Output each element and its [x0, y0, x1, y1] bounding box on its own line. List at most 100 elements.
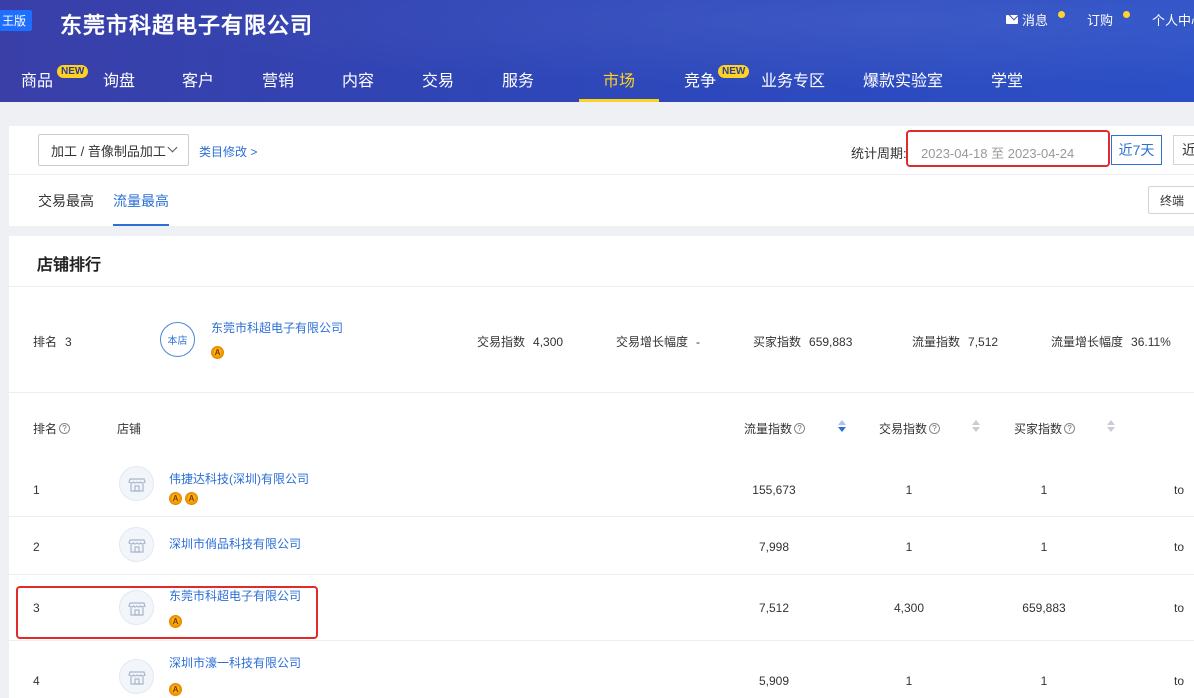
nav-item-trade[interactable]: 交易	[419, 56, 457, 102]
metric-value: 4,300	[533, 335, 564, 349]
shop-link[interactable]: 深圳市濠一科技有限公司	[169, 654, 301, 671]
category-select[interactable]: 加工 / 音像制品加工	[38, 134, 189, 166]
nav-item-academy[interactable]: 学堂	[957, 56, 1057, 102]
nav-item-content[interactable]: 内容	[297, 56, 419, 102]
messages-label: 消息	[1021, 13, 1048, 28]
summary-buyer-index: 买家指数 659,883	[753, 333, 852, 350]
sort-icon[interactable]	[838, 420, 846, 434]
row-rank: 2	[33, 540, 40, 554]
period-label: 统计周期:	[851, 146, 907, 161]
nav-item-marketing[interactable]: 营销	[259, 56, 297, 102]
row-action[interactable]: to	[1174, 674, 1184, 688]
nav-label: 竞争	[684, 73, 717, 90]
nav-label: 商品	[21, 73, 54, 90]
metric-label: 买家指数	[753, 335, 802, 349]
row-traffic: 5,909	[758, 674, 790, 688]
table-row[interactable]: 1 伟捷达科技(深圳)有限公司 AA 155,673 1 1 to	[9, 463, 1194, 517]
sort-icon[interactable]	[972, 420, 980, 434]
metric-label: 交易增长幅度	[616, 335, 689, 349]
shop-icon	[119, 466, 154, 501]
nav-label: 营销	[261, 73, 294, 90]
col-label: 店铺	[117, 422, 142, 436]
row-traffic: 155,673	[752, 483, 796, 497]
shop-link[interactable]: 伟捷达科技(深圳)有限公司	[169, 470, 309, 487]
help-icon[interactable]: ?	[1064, 423, 1076, 434]
col-label: 排名	[33, 422, 58, 436]
table-row[interactable]: 4 深圳市濠一科技有限公司 A 5,909 1 1 to	[9, 641, 1194, 698]
mail-icon	[1005, 15, 1018, 24]
tab-top-trade[interactable]: 交易最高	[38, 191, 94, 211]
new-badge: NEW	[57, 65, 89, 78]
section-title: 店铺排行	[37, 257, 102, 274]
filter-panel: 加工 / 音像制品加工 类目修改 > 统计周期: 2023-04-18 至 20…	[9, 126, 1194, 226]
sort-icon[interactable]	[1107, 420, 1115, 434]
row-action[interactable]: to	[1174, 483, 1184, 497]
medal-icon: A	[185, 492, 198, 505]
row-action[interactable]: to	[1174, 540, 1184, 554]
medal-icon: A	[169, 492, 182, 505]
device-select[interactable]: 终端	[1148, 186, 1194, 214]
row-trade: 1	[905, 674, 913, 688]
nav-label: 服务	[501, 73, 534, 90]
summary-trade-index: 交易指数 4,300	[477, 333, 563, 350]
nav-item-business-zone[interactable]: 业务专区	[737, 56, 849, 102]
medal-icon: A	[169, 683, 182, 696]
row-rank: 1	[33, 483, 40, 497]
chevron-down-icon	[167, 142, 178, 153]
last-7-days-button[interactable]: 近7天	[1111, 135, 1162, 165]
row-buyer: 659,883	[1022, 601, 1066, 615]
top-header: 王版 东莞市科超电子有限公司 消息 订购 个人中心 商品 NEW 询盘 客户 营…	[0, 0, 1194, 102]
messages-link[interactable]: 消息	[1005, 10, 1065, 29]
col-trade[interactable]: 交易指数?	[879, 420, 941, 437]
nav-item-service[interactable]: 服务	[457, 56, 579, 102]
personal-center-link[interactable]: 个人中心	[1152, 10, 1194, 29]
date-highlight-box	[906, 130, 1110, 167]
own-store-summary: 排名 3 本店 东莞市科超电子有限公司 A 交易指数 4,300 交易增长幅度 - 买…	[9, 287, 1194, 392]
table-row[interactable]: 2 深圳市俏品科技有限公司 7,998 1 1 to	[9, 517, 1194, 575]
col-label: 买家指数	[1014, 422, 1063, 436]
subscribe-link[interactable]: 订购	[1087, 10, 1130, 29]
col-rank: 排名?	[33, 420, 71, 437]
tab-top-traffic[interactable]: 流量最高	[113, 191, 169, 226]
edition-badge[interactable]: 王版	[0, 10, 33, 31]
divider	[9, 174, 1194, 175]
nav-item-products[interactable]: 商品 NEW	[0, 56, 101, 102]
row-traffic: 7,998	[758, 540, 790, 554]
summary-traffic-index: 流量指数 7,512	[912, 333, 998, 350]
category-edit-link[interactable]: 类目修改 >	[199, 143, 257, 160]
row-buyer: 1	[1040, 540, 1048, 554]
table-header: 排名? 店铺 流量指数? 交易指数? 买家指数?	[9, 393, 1194, 463]
nav-item-competition[interactable]: 竞争 NEW	[659, 56, 750, 102]
device-value: 终端	[1160, 193, 1185, 208]
help-icon[interactable]: ?	[794, 423, 806, 434]
row-buyer: 1	[1040, 483, 1048, 497]
col-buyer[interactable]: 买家指数?	[1014, 420, 1076, 437]
shop-medals: AA	[169, 492, 201, 505]
company-title: 东莞市科超电子有限公司	[60, 13, 314, 38]
last-30-days-button[interactable]: 近	[1173, 135, 1194, 165]
shop-icon	[119, 659, 154, 694]
own-store-badge: 本店	[160, 322, 195, 357]
nav-item-market[interactable]: 市场	[579, 56, 659, 102]
nav-item-inquiry[interactable]: 询盘	[101, 56, 137, 102]
summary-rank-label: 排名	[33, 335, 58, 349]
shop-link[interactable]: 深圳市俏品科技有限公司	[169, 535, 301, 552]
row-rank: 4	[33, 674, 40, 688]
help-icon[interactable]: ?	[59, 423, 71, 434]
nav-item-hot-lab[interactable]: 爆款实验室	[849, 56, 957, 102]
col-traffic[interactable]: 流量指数?	[744, 420, 806, 437]
help-icon[interactable]: ?	[929, 423, 941, 434]
nav-item-customers[interactable]: 客户	[137, 56, 259, 102]
summary-trade-growth: 交易增长幅度 -	[616, 333, 700, 350]
summary-medals: A	[211, 346, 227, 359]
col-label: 交易指数	[879, 422, 928, 436]
row-action[interactable]: to	[1174, 601, 1184, 615]
row-buyer: 1	[1040, 674, 1048, 688]
nav-label: 客户	[181, 73, 214, 90]
own-store-link[interactable]: 东莞市科超电子有限公司	[211, 319, 343, 336]
summary-rank: 排名 3	[33, 333, 72, 350]
nav-label: 学堂	[990, 73, 1023, 90]
nav-label: 交易	[421, 73, 454, 90]
nav-label: 业务专区	[760, 73, 825, 90]
notification-dot	[1057, 11, 1065, 18]
